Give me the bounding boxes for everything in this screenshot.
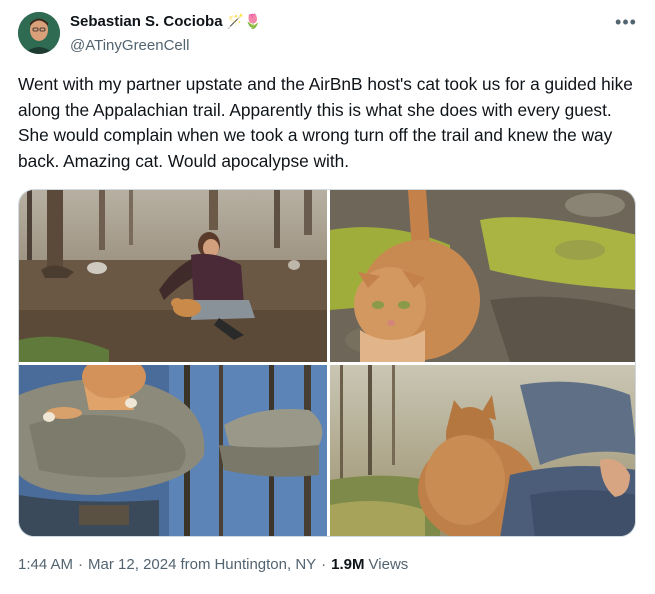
photo-cat-on-moss[interactable] <box>330 190 635 362</box>
media-grid <box>18 189 636 537</box>
photo-person-with-cat[interactable] <box>19 190 327 362</box>
tweet-text: Went with my partner upstate and the Air… <box>18 74 633 171</box>
photo-cat-on-lap[interactable] <box>330 365 635 536</box>
photo-cat-on-rock[interactable] <box>19 365 327 536</box>
location-link[interactable]: Huntington, NY <box>214 556 316 573</box>
author-display-name[interactable]: Sebastian S. Cocioba <box>70 13 223 30</box>
author-avatar[interactable] <box>18 12 60 54</box>
from-label: from <box>180 556 211 573</box>
more-icon: ••• <box>615 11 637 32</box>
timestamp-time[interactable]: 1:44 AM <box>18 556 73 573</box>
author-handle[interactable]: @ATinyGreenCell <box>70 37 189 54</box>
author-name-row: Sebastian S. Cocioba 🪄🌷 <box>70 13 261 30</box>
more-options-button[interactable]: ••• <box>608 10 644 34</box>
name-emojis: 🪄🌷 <box>226 13 262 30</box>
tweet-meta: 1:44 AM · Mar 12, 2024 from Huntington, … <box>18 556 408 573</box>
meta-separator: · <box>78 556 84 573</box>
views-count[interactable]: 1.9M <box>331 556 364 573</box>
views-label: Views <box>368 556 409 573</box>
meta-separator: · <box>321 556 327 573</box>
tweet: Sebastian S. Cocioba 🪄🌷 @ATinyGreenCell … <box>0 0 655 594</box>
timestamp-date[interactable]: Mar 12, 2024 <box>88 556 176 573</box>
